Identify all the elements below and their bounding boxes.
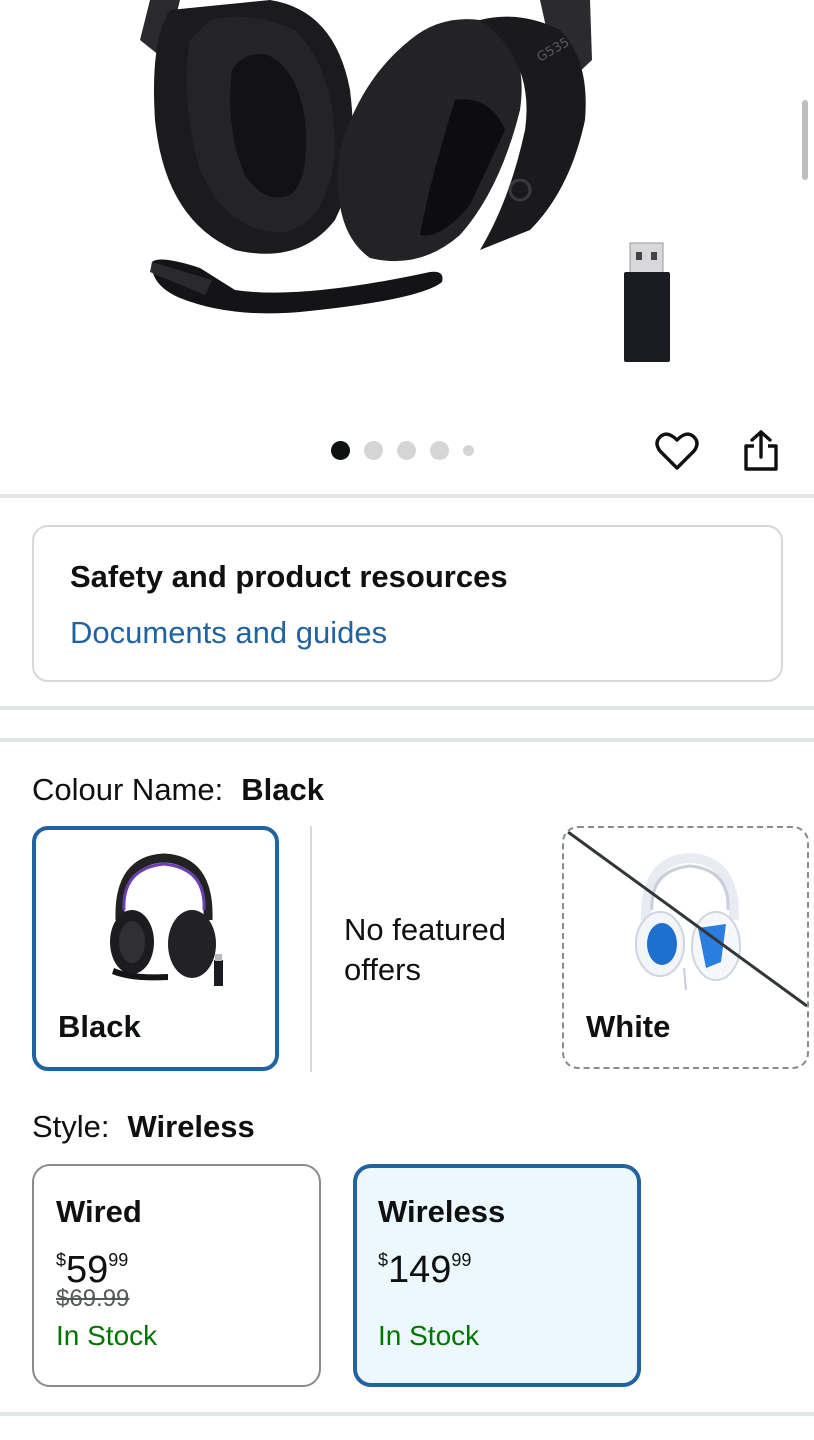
carousel-dot-1[interactable] <box>331 440 350 460</box>
safety-title: Safety and product resources <box>70 559 508 594</box>
style-option-wired[interactable]: Wired $5999 $69.99 In Stock <box>32 1164 321 1387</box>
vertical-separator <box>310 826 312 1072</box>
colour-option-white[interactable]: White <box>562 826 809 1069</box>
colour-label-row: Colour Name: Black <box>32 770 324 810</box>
carousel-dot-2[interactable] <box>364 440 383 460</box>
headset-illustration: G535 <box>140 0 670 362</box>
was-price: $69.99 <box>56 1285 130 1312</box>
section-divider <box>0 738 814 742</box>
colour-option-name: White <box>586 1009 671 1044</box>
style-label: Style: <box>32 1109 110 1144</box>
colour-selected-value: Black <box>241 772 324 807</box>
carousel-dot-3[interactable] <box>397 440 416 460</box>
carousel-dot-4[interactable] <box>430 440 449 460</box>
black-headset-thumbnail <box>110 853 223 986</box>
style-selected-value: Wireless <box>127 1109 255 1144</box>
colour-label: Colour Name: <box>32 772 224 807</box>
image-carousel-dots[interactable] <box>331 440 474 460</box>
price-symbol: $ <box>378 1250 389 1270</box>
share-icon[interactable] <box>736 426 786 476</box>
price: $14999 <box>378 1238 637 1291</box>
availability: In Stock <box>378 1320 480 1351</box>
colour-option-black[interactable]: Black <box>32 826 279 1071</box>
availability: In Stock <box>56 1320 158 1351</box>
page-scrollbar[interactable] <box>802 100 808 180</box>
price-symbol: $ <box>56 1250 67 1270</box>
safety-resources-card: Safety and product resources Documents a… <box>32 525 783 682</box>
style-option-name: Wireless <box>378 1194 506 1229</box>
style-option-wireless[interactable]: Wireless $14999 In Stock <box>353 1164 641 1387</box>
product-image[interactable]: G535 <box>0 0 814 420</box>
style-label-row: Style: Wireless <box>32 1107 255 1147</box>
price: $5999 <box>56 1238 319 1291</box>
documents-guides-link[interactable]: Documents and guides <box>70 613 745 653</box>
section-divider <box>0 1412 814 1416</box>
price-whole: 149 <box>388 1249 452 1291</box>
style-option-name: Wired <box>56 1194 142 1229</box>
section-divider <box>0 494 814 498</box>
section-divider <box>0 706 814 710</box>
carousel-dot-5[interactable] <box>463 444 474 456</box>
colour-option-name: Black <box>58 1009 141 1044</box>
price-fraction: 99 <box>451 1250 472 1270</box>
price-fraction: 99 <box>108 1250 129 1270</box>
heart-icon[interactable] <box>652 426 702 476</box>
no-featured-offers-text: No featured offers <box>344 912 506 987</box>
